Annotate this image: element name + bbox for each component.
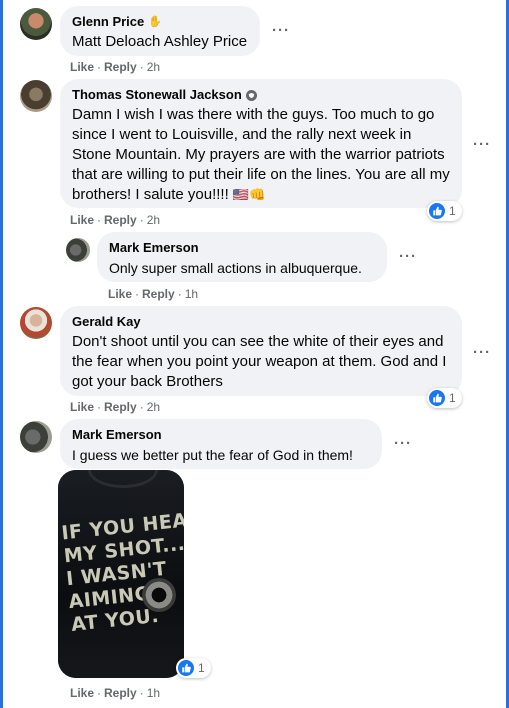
comment-bubble: Gerald Kay Don't shoot until you can see… xyxy=(60,306,462,396)
timestamp[interactable]: 1h xyxy=(185,287,198,301)
comment-text: Don't shoot until you can see the white … xyxy=(72,333,447,390)
comment-author[interactable]: Thomas Stonewall Jackson xyxy=(72,87,450,103)
window-frame-left xyxy=(0,0,3,708)
like-link[interactable]: Like xyxy=(70,213,94,227)
author-name[interactable]: Mark Emerson xyxy=(109,240,199,256)
comment-bubble: Glenn Price ✋ Matt Deloach Ashley Price xyxy=(60,6,260,56)
reply-link[interactable]: Reply xyxy=(104,60,137,74)
like-link[interactable]: Like xyxy=(70,686,94,700)
author-name[interactable]: Glenn Price xyxy=(72,14,144,30)
comment-bubble: Mark Emerson I guess we better put the f… xyxy=(60,419,382,469)
like-reaction-icon xyxy=(429,390,445,406)
more-options-icon[interactable]: ··· xyxy=(272,23,290,38)
avatar[interactable] xyxy=(20,421,52,453)
reply-link[interactable]: Reply xyxy=(104,213,137,227)
like-reaction-icon xyxy=(429,203,445,219)
more-options-icon[interactable]: ··· xyxy=(394,436,412,451)
reaction-number: 1 xyxy=(198,661,205,675)
comment-text: Damn I wish I was there with the guys. T… xyxy=(72,105,450,205)
comment-bubble: Mark Emerson Only super small actions in… xyxy=(97,232,387,282)
flag-fist-emoji: 🇺🇸👊 xyxy=(232,187,266,203)
reaction-count[interactable]: 1 xyxy=(176,658,211,678)
more-options-icon[interactable]: ··· xyxy=(473,137,491,152)
like-link[interactable]: Like xyxy=(70,60,94,74)
comment-author[interactable]: Glenn Price ✋ xyxy=(72,14,248,30)
shirt-print-text: IF YOU HEARD MY SHOT... I WASN'T AIMING … xyxy=(60,506,184,636)
avatar[interactable] xyxy=(20,80,52,112)
reply-link[interactable]: Reply xyxy=(104,686,137,700)
more-options-icon[interactable]: ··· xyxy=(473,345,491,360)
comment-actions: Like · Reply · 1h xyxy=(70,686,161,700)
comment-author[interactable]: Gerald Kay xyxy=(72,314,450,330)
like-link[interactable]: Like xyxy=(108,287,132,301)
comment-text: Only super small actions in albuquerque. xyxy=(109,260,362,276)
comment-text: Matt Deloach Ashley Price xyxy=(72,33,248,50)
reply-link[interactable]: Reply xyxy=(104,400,137,414)
timestamp[interactable]: 2h xyxy=(147,400,160,414)
reaction-number: 1 xyxy=(449,204,456,218)
timestamp[interactable]: 2h xyxy=(147,213,160,227)
avatar[interactable] xyxy=(20,8,52,40)
timestamp[interactable]: 1h xyxy=(147,686,160,700)
comment-bubble: Thomas Stonewall Jackson Damn I wish I w… xyxy=(60,79,462,208)
comment-author[interactable]: Mark Emerson xyxy=(109,240,375,256)
more-options-icon[interactable]: ··· xyxy=(399,249,417,264)
timestamp[interactable]: 2h xyxy=(147,60,160,74)
comment-author[interactable]: Mark Emerson xyxy=(72,427,370,443)
comment-text: I guess we better put the fear of God in… xyxy=(72,447,353,463)
reaction-count[interactable]: 1 xyxy=(427,388,462,408)
gun-barrel-graphic xyxy=(142,578,176,612)
avatar[interactable] xyxy=(66,238,90,262)
wave-hand-icon: ✋ xyxy=(148,16,162,28)
comment-actions: Like · Reply · 1h xyxy=(108,287,199,301)
author-name[interactable]: Thomas Stonewall Jackson xyxy=(72,87,242,103)
comment-actions: Like · Reply · 2h xyxy=(70,400,161,414)
attached-photo-tshirt[interactable]: IF YOU HEARD MY SHOT... I WASN'T AIMING … xyxy=(58,470,184,678)
like-link[interactable]: Like xyxy=(70,400,94,414)
author-name[interactable]: Gerald Kay xyxy=(72,314,141,330)
like-reaction-icon xyxy=(178,660,194,676)
author-name[interactable]: Mark Emerson xyxy=(72,427,162,443)
comment-actions: Like · Reply · 2h xyxy=(70,213,161,227)
avatar[interactable] xyxy=(20,307,52,339)
shield-badge-icon xyxy=(245,89,257,101)
reaction-number: 1 xyxy=(449,391,456,405)
comment-actions: Like · Reply · 2h xyxy=(70,60,161,74)
reaction-count[interactable]: 1 xyxy=(427,201,462,221)
reply-link[interactable]: Reply xyxy=(142,287,175,301)
